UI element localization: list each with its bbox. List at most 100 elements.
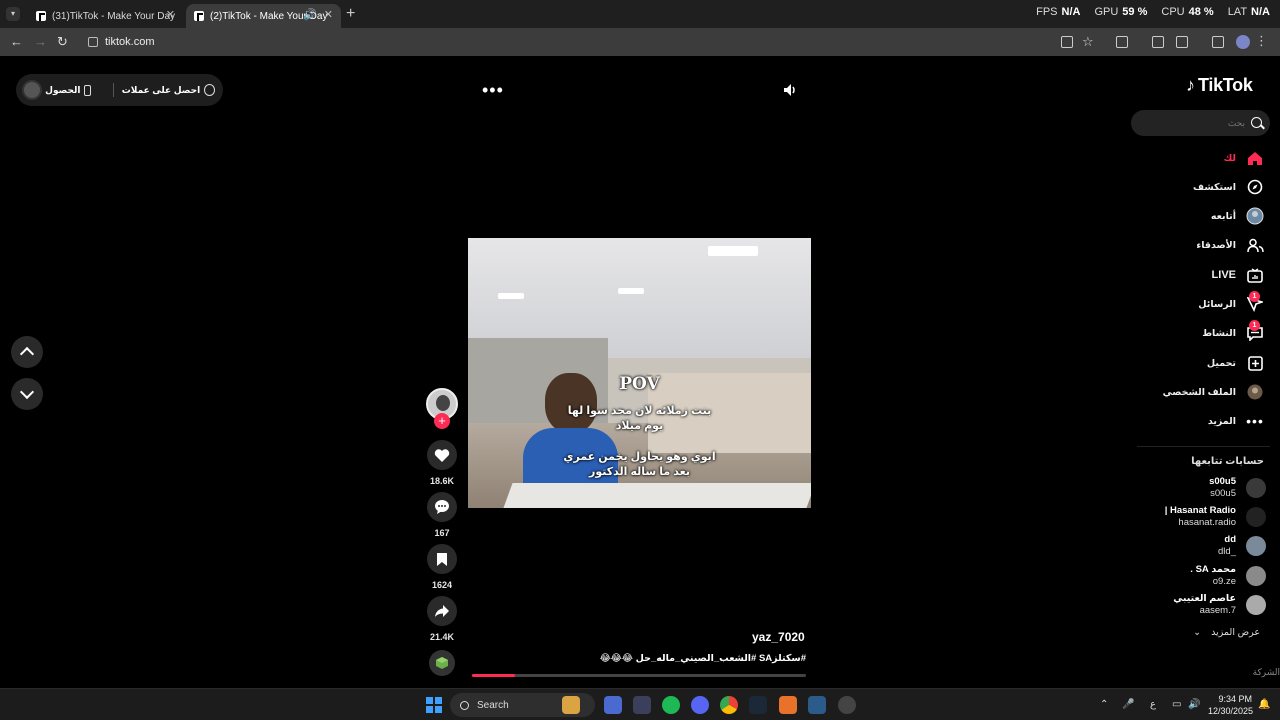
follow-button[interactable]: + [434,413,450,429]
video-player[interactable]: POV بنت زملائه لان محد سوا لها يوم ميلاد… [468,238,811,508]
account-avatar [1246,595,1266,615]
media-controls-icon[interactable] [1212,36,1224,48]
app-icon[interactable] [779,696,797,714]
file-explorer-icon[interactable] [562,696,580,714]
like-button[interactable]: 18.6K [422,440,462,486]
more-options-icon[interactable]: ••• [482,80,504,101]
close-tab-icon[interactable]: ✕ [324,8,333,21]
user-avatar[interactable] [22,80,42,100]
following-account[interactable]: dd _dld [1126,532,1266,560]
url-text: tiktok.com [105,36,155,48]
save-button[interactable]: 1624 [422,544,462,590]
sidebar-item-upload[interactable]: تحميل [1207,351,1264,375]
sidebar-divider [1137,446,1270,447]
windows-start-icon[interactable] [426,697,442,713]
comment-button[interactable]: 167 [422,492,462,538]
sidebar-item-following[interactable]: أتابعه [1211,204,1264,228]
tab-search-button[interactable]: ▾ [6,7,20,21]
address-bar[interactable]: tiktok.com [80,31,1105,53]
extension-icon[interactable] [1152,36,1164,48]
steam-icon[interactable] [749,696,767,714]
app-icon[interactable] [838,696,856,714]
see-more-link[interactable]: عرض المزيد ⌄ [1193,627,1260,638]
video-caption-line: ابوي وهو يحاول يخمن عمري بعد ما ساله الد… [563,451,716,478]
following-account[interactable]: s00u5 s00u5 [1126,474,1266,502]
search-icon[interactable] [1251,117,1262,128]
new-tab-button[interactable]: + [346,5,355,23]
volume-icon[interactable]: 🔊 [1188,699,1200,710]
install-app-icon[interactable] [1061,36,1073,48]
spotify-icon[interactable] [662,696,680,714]
previous-video-button[interactable] [11,336,43,368]
notifications-icon[interactable]: 🔔 [1258,699,1270,710]
get-coins-link[interactable]: احصل على عملات [122,85,200,96]
performance-overlay: FPS N/A GPU 59 % CPU 48 % LAT N/A [1036,6,1270,18]
tiktok-logo[interactable]: ♪ TikTok [1186,75,1253,96]
share-button[interactable]: 21.4K [422,596,462,642]
app-icon[interactable] [633,696,651,714]
profile-icon [1247,384,1263,400]
sidebar-item-label: الرسائل [1198,298,1236,310]
app-icon[interactable] [808,696,826,714]
next-video-button[interactable] [11,378,43,410]
bookmark-star-icon[interactable]: ☆ [1082,34,1094,50]
sidebar-item-activity[interactable]: النشاط 1 [1202,320,1264,345]
sidebar-item-messages[interactable]: الرسائل 1 [1198,291,1264,316]
reload-icon[interactable]: ↻ [57,34,68,50]
keyboard-language[interactable]: ع [1150,699,1156,710]
compass-icon [1247,179,1263,195]
app-icon[interactable] [604,696,622,714]
network-icon[interactable]: ▭ [1172,699,1181,710]
get-coins-banner[interactable]: احصل على عملات الحصول على التط [16,74,223,106]
company-link[interactable]: الشركة [1253,667,1280,678]
profile-avatar-icon[interactable] [1236,35,1250,49]
search-input[interactable] [1151,114,1245,132]
following-account[interactable]: عاصم العتيبي aasem.7 [1126,591,1266,619]
following-avatar-icon [1246,207,1264,225]
account-handle: hasanat.radio [1178,517,1236,528]
account-handle: s00u5 [1210,488,1236,499]
live-icon [1247,267,1263,283]
sidebar-item-live[interactable]: LIVE [1212,263,1264,287]
music-disc-button[interactable] [422,650,462,676]
browser-tab[interactable]: (31)TikTok - Make Your Day ✕ [28,4,183,28]
search-box[interactable] [1131,110,1270,136]
following-account[interactable]: محمد SA . o9.ze [1126,562,1266,590]
browser-menu-icon[interactable]: ⋮ [1255,33,1268,49]
following-account[interactable]: Hasanat Radio | hasanat.radio [1126,503,1266,531]
side-panel-icon[interactable] [1176,36,1188,48]
see-more-label: عرض المزيد [1211,627,1260,638]
sidebar-item-friends[interactable]: الأصدقاء [1196,233,1264,257]
site-info-icon[interactable] [88,37,98,47]
tiktok-page: احصل على عملات الحصول على التط ••• POV ب… [0,56,1280,688]
tray-overflow-icon[interactable]: ⌃ [1100,699,1108,710]
more-icon: ••• [1246,413,1264,429]
sidebar-item-more[interactable]: ••• المزيد [1208,409,1264,433]
chevron-down-icon: ⌄ [1193,627,1202,638]
close-tab-icon[interactable]: ✕ [166,8,175,21]
account-handle: _dld [1218,546,1236,557]
video-progress-bar[interactable] [472,674,806,677]
browser-tab-strip: ▾ (31)TikTok - Make Your Day ✕ (2)TikTok… [0,0,1280,28]
browser-tab-active[interactable]: (2)TikTok - Make Your Day 🔊 ✕ [186,4,341,28]
sidebar-item-for-you[interactable]: لك [1224,146,1264,170]
volume-icon[interactable] [782,82,798,98]
account-name: dd [1224,534,1236,545]
account-handle: o9.ze [1212,576,1236,587]
forward-arrow-icon[interactable]: → [34,34,47,49]
comment-icon [435,500,449,514]
extensions-icon[interactable] [1116,36,1128,48]
sidebar-item-profile[interactable]: الملف الشخصي [1163,380,1264,404]
chrome-icon[interactable] [720,696,738,714]
video-caption-line: بنت زملائه لان محد سوا لها يوم ميلاد [567,405,712,432]
microphone-icon[interactable]: 🎤 [1122,699,1134,710]
taskbar-clock[interactable]: 9:34 PM 12/30/2025 [1208,693,1253,717]
account-name: محمد SA . [1190,564,1236,575]
sidebar-item-explore[interactable]: استكشف [1193,175,1264,199]
discord-icon[interactable] [691,696,709,714]
save-count: 1624 [431,580,453,590]
tab-audio-icon[interactable]: 🔊 [303,8,317,21]
sidebar-item-label: استكشف [1193,181,1236,193]
back-arrow-icon[interactable]: ← [10,34,23,49]
video-author-name[interactable]: yaz_7020 [752,630,805,644]
